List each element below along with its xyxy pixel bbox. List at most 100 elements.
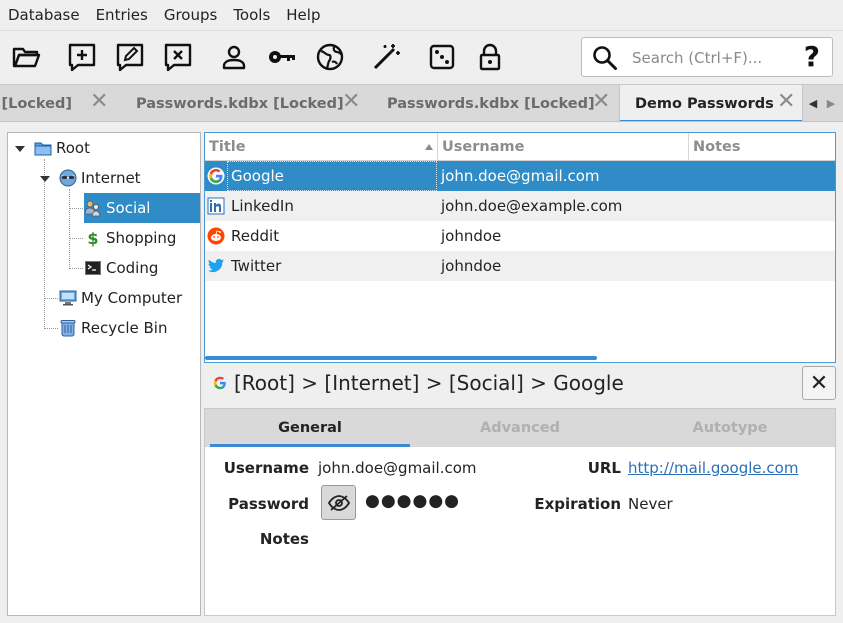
tab-database-1[interactable]: x [Locked] ✕	[0, 85, 118, 121]
table-row[interactable]: Reddit johndoe	[205, 221, 835, 251]
url-link[interactable]: http://mail.google.com	[628, 459, 798, 477]
expiration-value: Never	[628, 495, 673, 513]
tab-label: Passwords.kdbx [Locked]	[387, 95, 595, 112]
tab-scroll-left-button[interactable]: ◀	[804, 85, 822, 121]
table-row[interactable]: Google john.doe@gmail.com	[205, 161, 835, 191]
entry-details-header: [Root] > [Internet] > [Social] > Google …	[204, 365, 836, 405]
add-entry-button[interactable]	[66, 41, 98, 73]
tree-item-root[interactable]: Root	[34, 133, 98, 163]
notes-label: Notes	[259, 530, 309, 548]
tab-label: Passwords.kdbx [Locked]	[136, 95, 344, 112]
tab-close-button[interactable]: ✕	[90, 89, 108, 114]
tab-demo-passwords[interactable]: Demo Passwords ✕	[619, 85, 803, 121]
computer-icon	[59, 289, 77, 307]
copy-password-button[interactable]	[266, 41, 298, 73]
menu-groups[interactable]: Groups	[156, 0, 225, 30]
tree-connector	[44, 328, 58, 329]
trash-bin-icon	[59, 319, 77, 337]
tree-item-coding[interactable]: Coding	[84, 253, 166, 283]
horizontal-scrollbar[interactable]	[205, 356, 597, 360]
tab-label: General	[278, 420, 342, 436]
menu-bar: Database Entries Groups Tools Help	[0, 0, 843, 30]
menu-tools[interactable]: Tools	[225, 0, 278, 30]
menu-help[interactable]: Help	[278, 0, 328, 30]
tab-general[interactable]: General	[210, 409, 410, 447]
globe-icon	[316, 43, 344, 71]
tab-advanced[interactable]: Advanced	[420, 409, 620, 447]
tree-item-internet[interactable]: Internet	[59, 163, 149, 193]
username-value[interactable]: john.doe@gmail.com	[318, 459, 477, 477]
tab-close-button[interactable]: ✕	[592, 89, 610, 114]
open-database-button[interactable]	[10, 41, 42, 73]
tree-item-shopping[interactable]: $ Shopping	[84, 223, 184, 253]
toolbar: ?	[0, 30, 843, 84]
search-help-button[interactable]: ?	[804, 42, 820, 72]
lock-database-button[interactable]	[474, 41, 506, 73]
tab-database-2[interactable]: Passwords.kdbx [Locked] ✕	[118, 85, 370, 121]
table-row[interactable]: Twitter johndoe	[205, 251, 835, 281]
magic-wand-icon	[373, 44, 400, 70]
tab-database-3[interactable]: Passwords.kdbx [Locked] ✕	[370, 85, 620, 121]
tree-item-recycle-bin[interactable]: Recycle Bin	[59, 313, 175, 343]
menu-database[interactable]: Database	[0, 0, 88, 30]
delete-entry-button[interactable]	[162, 41, 194, 73]
tree-item-my-computer[interactable]: My Computer	[59, 283, 190, 313]
eye-hidden-icon	[327, 494, 350, 511]
cell-username: john.doe@gmail.com	[441, 167, 600, 185]
linkedin-icon	[207, 197, 225, 215]
tab-label: x [Locked]	[0, 95, 72, 112]
key-icon	[269, 51, 295, 63]
tree-item-label: Shopping	[106, 229, 177, 247]
cell-title: Reddit	[231, 227, 280, 245]
cell-username: johndoe	[441, 227, 502, 245]
tab-autotype[interactable]: Autotype	[630, 409, 830, 447]
tab-close-button[interactable]: ✕	[342, 89, 360, 114]
autotype-button[interactable]	[370, 41, 402, 73]
tree-item-label: Recycle Bin	[81, 319, 168, 337]
expand-internet-toggle[interactable]	[40, 176, 50, 182]
tree-item-social[interactable]: Social	[84, 193, 200, 223]
password-generator-button[interactable]	[426, 41, 458, 73]
search-input[interactable]	[630, 46, 790, 70]
chevron-left-icon: ◀	[808, 97, 818, 110]
folder-icon	[34, 139, 52, 157]
tree-connector	[44, 298, 58, 299]
column-header-notes[interactable]: Notes	[689, 133, 835, 161]
column-header-label: Title	[209, 139, 246, 155]
lock-icon	[479, 43, 501, 71]
tree-item-label: Social	[106, 199, 151, 217]
tree-item-label: My Computer	[81, 289, 183, 307]
menu-entries[interactable]: Entries	[88, 0, 156, 30]
edit-entry-icon	[116, 43, 144, 72]
cell-title: Twitter	[231, 257, 282, 275]
cell-username: john.doe@example.com	[441, 197, 623, 215]
google-icon	[207, 167, 225, 185]
table-row[interactable]: LinkedIn john.doe@example.com	[205, 191, 835, 221]
network-globe-icon	[59, 169, 77, 187]
tab-label: Demo Passwords	[635, 96, 774, 112]
copy-username-button[interactable]	[218, 41, 250, 73]
tree-item-label: Coding	[106, 259, 159, 277]
close-details-button[interactable]: ✕	[802, 366, 836, 400]
tab-scroll-right-button[interactable]: ▶	[822, 85, 840, 121]
entry-table: Title Username Notes Google john.doe@gma…	[204, 132, 836, 363]
url-label: URL	[587, 459, 621, 477]
chevron-right-icon: ▶	[826, 97, 836, 110]
open-folder-icon	[12, 47, 41, 68]
edit-entry-button[interactable]	[114, 41, 146, 73]
expand-root-toggle[interactable]	[15, 146, 25, 152]
column-header-title[interactable]: Title	[205, 133, 438, 161]
dollar-icon: $	[87, 228, 99, 248]
password-value: ●●●●●●	[365, 491, 461, 511]
google-icon	[213, 376, 226, 390]
column-header-username[interactable]: Username	[438, 133, 689, 161]
add-entry-icon	[68, 43, 96, 72]
open-url-button[interactable]	[314, 41, 346, 73]
toggle-password-visibility-button[interactable]	[321, 485, 356, 520]
details-tab-bar: General Advanced Autotype	[204, 408, 836, 448]
column-header-label: Username	[442, 139, 525, 155]
expiration-label: Expiration	[534, 495, 621, 513]
tree-connector	[44, 159, 45, 329]
people-icon	[84, 199, 102, 217]
tab-close-button[interactable]: ✕	[777, 89, 795, 114]
